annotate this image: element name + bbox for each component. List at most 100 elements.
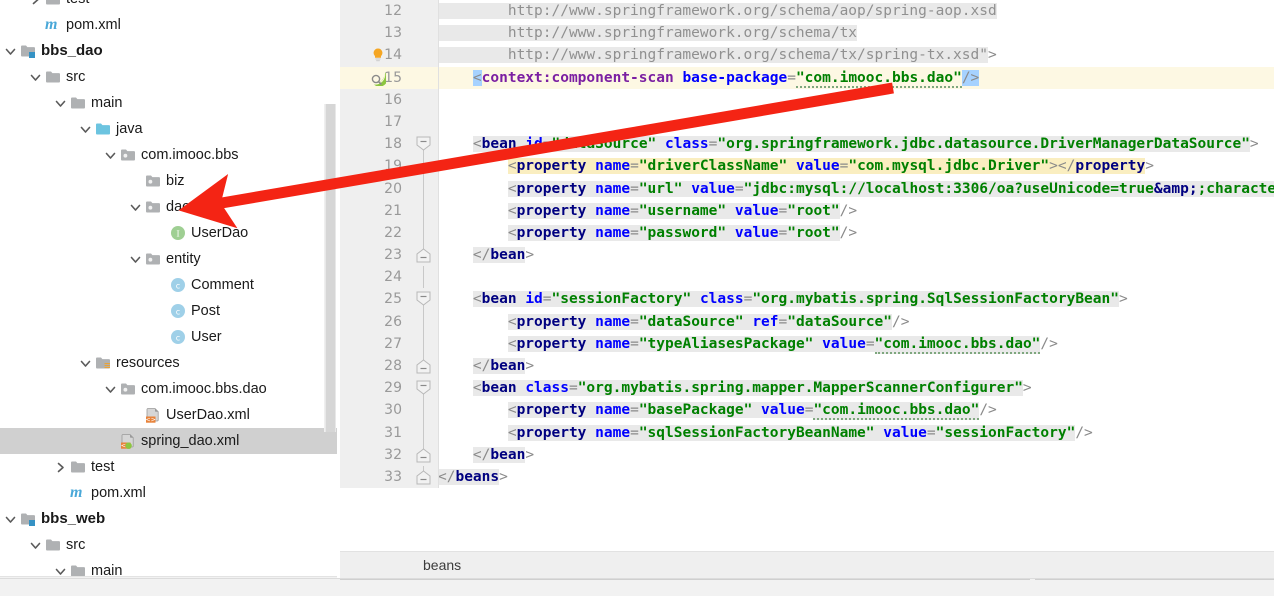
fold-gutter[interactable] [410,266,438,289]
fold-gutter[interactable] [410,177,438,200]
fold-gutter[interactable] [410,377,438,401]
tree-item-spring-dao-xml[interactable]: < spring_dao.xml [0,428,337,454]
tree-item-src[interactable]: src [0,532,337,558]
code-line[interactable]: 22 <property name="password" value="root… [340,221,1274,245]
chevron-down-icon[interactable] [29,539,42,552]
fold-gutter[interactable] [410,244,438,267]
code-text[interactable]: <bean id="dataSource" class="org.springf… [438,133,1274,156]
code-line[interactable]: 17 [340,110,1274,134]
code-text[interactable] [438,110,1274,134]
fold-expand-icon[interactable] [416,448,431,463]
code-text[interactable]: <property name="password" value="root"/> [438,221,1274,245]
code-text[interactable]: <property name="url" value="jdbc:mysql:/… [438,177,1274,200]
chevron-down-icon[interactable] [79,123,92,136]
tree-item-test[interactable]: test [0,0,337,12]
code-line[interactable]: 29 <bean class="org.mybatis.spring.mappe… [340,377,1274,401]
code-text[interactable]: http://www.springframework.org/schema/tx… [438,44,1274,67]
code-text[interactable]: <property name="sqlSessionFactoryBeanNam… [438,421,1274,444]
code-line[interactable]: 27 <property name="typeAliasesPackage" v… [340,332,1274,355]
editor-lines[interactable]: 12 http://www.springframework.org/schema… [340,0,1274,489]
fold-gutter[interactable] [410,288,438,312]
chevron-down-icon[interactable] [4,45,17,58]
chevron-down-icon[interactable] [29,71,42,84]
fold-collapse-icon[interactable] [416,136,431,151]
code-line[interactable]: 14 http://www.springframework.org/schema… [340,44,1274,67]
fold-gutter[interactable] [410,133,438,157]
fold-expand-icon[interactable] [416,359,431,374]
fold-gutter[interactable] [410,0,438,23]
tree-item-com-imooc-bbs[interactable]: com.imooc.bbs [0,142,337,168]
spring-bean-icon[interactable] [370,70,388,87]
code-text[interactable]: http://www.springframework.org/schema/tx [438,22,1274,45]
scrollbar-thumb[interactable] [326,104,335,432]
fold-expand-icon[interactable] [416,470,431,485]
fold-gutter[interactable] [410,332,438,355]
code-text[interactable]: <property name="driverClassName" value="… [438,155,1274,178]
chevron-down-icon[interactable] [104,149,117,162]
tree-item-resources[interactable]: resources [0,350,337,376]
code-line[interactable]: 21 <property name="username" value="root… [340,199,1274,222]
code-line[interactable]: 26 <property name="dataSource" ref="data… [340,310,1274,333]
fold-gutter[interactable] [410,44,438,67]
code-text[interactable]: <property name="typeAliasesPackage" valu… [438,332,1274,355]
tree-item-src[interactable]: src [0,64,337,90]
tree-item-biz[interactable]: biz [0,168,337,194]
fold-gutter[interactable] [410,199,438,222]
code-line[interactable]: 33 </beans> [340,465,1274,489]
chevron-down-icon[interactable] [54,97,67,110]
code-text[interactable]: </bean> [438,443,1274,466]
code-line[interactable]: 28 </bean> [340,355,1274,378]
code-text[interactable]: </bean> [438,244,1274,267]
code-text[interactable]: <property name="dataSource" ref="dataSou… [438,310,1274,333]
tree-item-entity[interactable]: entity [0,246,337,272]
fold-collapse-icon[interactable] [416,291,431,307]
fold-gutter[interactable] [410,421,438,444]
tree-item-java[interactable]: java [0,116,337,142]
code-text[interactable]: </beans> [438,465,1274,489]
code-line[interactable]: 15 <context:component-scan base-package=… [340,66,1274,89]
fold-gutter[interactable] [410,110,438,134]
code-text[interactable]: <bean id="sessionFactory" class="org.myb… [438,288,1274,311]
code-text[interactable] [438,266,1274,289]
fold-gutter[interactable] [410,22,438,45]
tree-item-main[interactable]: main [0,558,337,577]
code-text[interactable]: <property name="username" value="root"/> [438,199,1274,222]
code-line[interactable]: 24 [340,266,1274,289]
lightbulb-icon[interactable] [370,47,386,63]
code-editor[interactable]: 12 http://www.springframework.org/schema… [340,0,1274,550]
tree-item-com-imooc-bbs-dao[interactable]: com.imooc.bbs.dao [0,376,337,402]
fold-gutter[interactable] [410,155,438,178]
code-line[interactable]: 32 </bean> [340,443,1274,466]
chevron-down-icon[interactable] [129,253,142,266]
fold-gutter[interactable] [410,465,438,489]
tree-item-test[interactable]: test [0,454,337,480]
chevron-right-icon[interactable] [54,461,67,474]
project-tree[interactable]: testmpom.xmlbbs_daosrcmainjavacom.imooc.… [0,0,337,577]
code-line[interactable]: 23 </bean> [340,244,1274,267]
breadcrumb[interactable]: beans [340,551,1274,578]
fold-gutter[interactable] [410,310,438,333]
code-line[interactable]: 18 <bean id="dataSource" class="org.spri… [340,133,1274,157]
breadcrumb-item-beans[interactable]: beans [423,557,461,573]
chevron-down-icon[interactable] [79,357,92,370]
tree-item-userdao-xml[interactable]: <> UserDao.xml [0,402,337,428]
code-line[interactable]: 12 http://www.springframework.org/schema… [340,0,1274,23]
code-line[interactable]: 16 [340,88,1274,111]
code-line[interactable]: 30 <property name="basePackage" value="c… [340,399,1274,422]
tree-item-user[interactable]: c User [0,324,337,350]
code-text[interactable]: <bean class="org.mybatis.spring.mapper.M… [438,377,1274,400]
fold-gutter[interactable] [410,88,438,111]
tree-item-dao[interactable]: dao [0,194,337,220]
code-text[interactable]: <context:component-scan base-package="co… [438,66,1274,89]
fold-collapse-icon[interactable] [416,380,431,395]
code-line[interactable]: 19 <property name="driverClassName" valu… [340,155,1274,178]
tree-item-post[interactable]: c Post [0,298,337,324]
tree-item-bbs-dao[interactable]: bbs_dao [0,38,337,64]
project-tree-vertical-scrollbar[interactable] [324,104,336,432]
code-text[interactable]: </bean> [438,355,1274,378]
fold-gutter[interactable] [410,355,438,378]
fold-expand-icon[interactable] [416,248,431,263]
tree-item-main[interactable]: main [0,90,337,116]
code-text[interactable]: http://www.springframework.org/schema/ao… [438,0,1274,23]
tree-item-comment[interactable]: c Comment [0,272,337,298]
